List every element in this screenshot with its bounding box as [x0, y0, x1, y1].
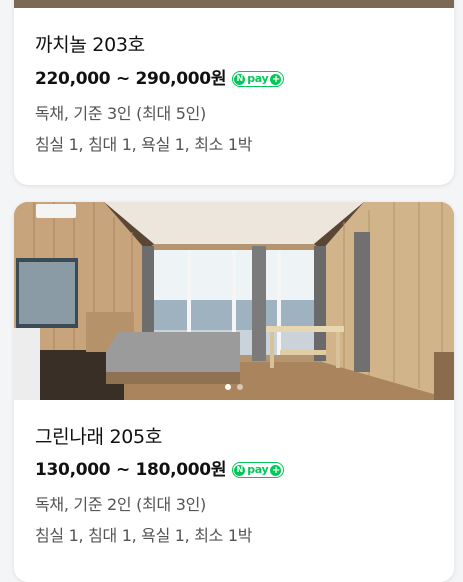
naverpay-badge: N pay + [232, 462, 285, 478]
pay-label: pay [247, 463, 269, 476]
room-photo-illustration [14, 202, 454, 400]
listing-photo[interactable] [14, 202, 454, 400]
plus-icon: + [270, 73, 282, 85]
price-text: 220,000 ~ 290,000원 [35, 69, 227, 89]
pay-label: pay [247, 72, 269, 85]
listing-title: 그린나래 205호 [35, 426, 163, 448]
carousel-dot[interactable] [237, 384, 243, 390]
capacity-info: 독채, 기준 2인 (최대 3인) [35, 495, 206, 514]
carousel-indicator [14, 384, 454, 390]
price-range: 220,000 ~ 290,000원 N pay + [35, 67, 433, 91]
naver-n-icon: N [234, 73, 246, 85]
capacity-info: 독채, 기준 3인 (최대 5인) [35, 104, 206, 123]
price-text: 130,000 ~ 180,000원 [35, 460, 227, 480]
plus-icon: + [270, 464, 282, 476]
listing-card[interactable]: 그린나래 205호 130,000 ~ 180,000원 N pay + 독채,… [14, 202, 454, 582]
price-range: 130,000 ~ 180,000원 N pay + [35, 458, 433, 482]
carousel-dot-active[interactable] [225, 384, 231, 390]
listing-card[interactable]: 까치놀 203호 220,000 ~ 290,000원 N pay + 독채, … [14, 0, 454, 185]
room-info: 침실 1, 침대 1, 욕실 1, 최소 1박 [35, 526, 253, 545]
room-info: 침실 1, 침대 1, 욕실 1, 최소 1박 [35, 135, 253, 154]
listing-photo[interactable] [14, 0, 454, 8]
listing-title: 까치놀 203호 [35, 34, 145, 56]
naver-n-icon: N [234, 464, 246, 476]
naverpay-badge: N pay + [232, 71, 285, 87]
